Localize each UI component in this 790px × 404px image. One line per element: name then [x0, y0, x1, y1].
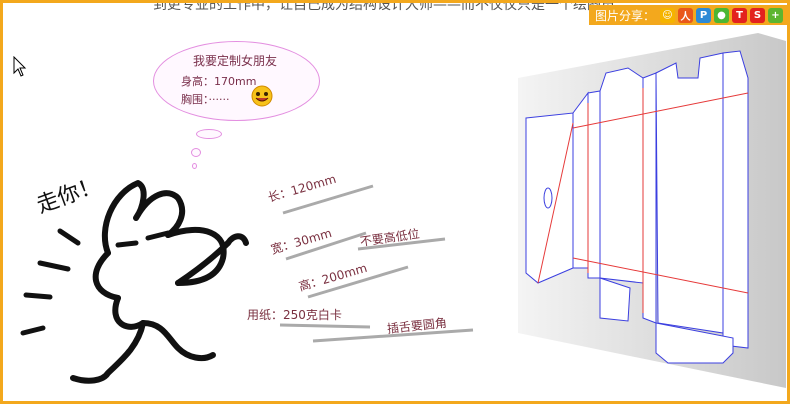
- note-underline: [312, 328, 474, 343]
- rabbit-character-illustration: 走你！: [20, 173, 249, 384]
- note-underline: [282, 184, 374, 215]
- note-underline: [357, 237, 446, 251]
- weibo-share-icon[interactable]: S: [750, 7, 765, 23]
- bubble-dot-large: [196, 129, 222, 139]
- bubble-chest: 胸围：······: [181, 93, 230, 106]
- tieba-share-icon[interactable]: T: [732, 7, 747, 23]
- drool-emoji-icon: [251, 85, 273, 107]
- share-label: 图片分享：: [594, 8, 655, 23]
- more-share-icon[interactable]: +: [768, 7, 783, 23]
- bubble-height: 身高：170mm: [181, 75, 257, 88]
- qzone-share-icon[interactable]: ☺: [660, 7, 675, 23]
- box-dieline-illustration: [518, 33, 786, 388]
- tencent-share-icon[interactable]: P: [696, 7, 711, 23]
- renren-share-icon[interactable]: 人: [678, 7, 693, 23]
- wechat-share-icon[interactable]: ●: [714, 7, 729, 23]
- bubble-title: 我要定制女朋友: [193, 54, 278, 68]
- mouse-cursor-icon: [13, 56, 27, 77]
- bubble-dot-small: [192, 163, 197, 169]
- image-frame: 到更专业的工作中，让自己成为结构设计大师——而不仅仅只是一个绘图员。 图片分享：…: [0, 0, 790, 404]
- top-caption: 到更专业的工作中，让自己成为结构设计大师——而不仅仅只是一个绘图员。: [153, 0, 629, 13]
- share-bar: 图片分享： ☺ 人 P ● T S +: [588, 5, 787, 25]
- rabbit-shout: 走你！: [34, 173, 105, 219]
- note-underline: [307, 265, 409, 299]
- bubble-dot-medium: [191, 148, 201, 157]
